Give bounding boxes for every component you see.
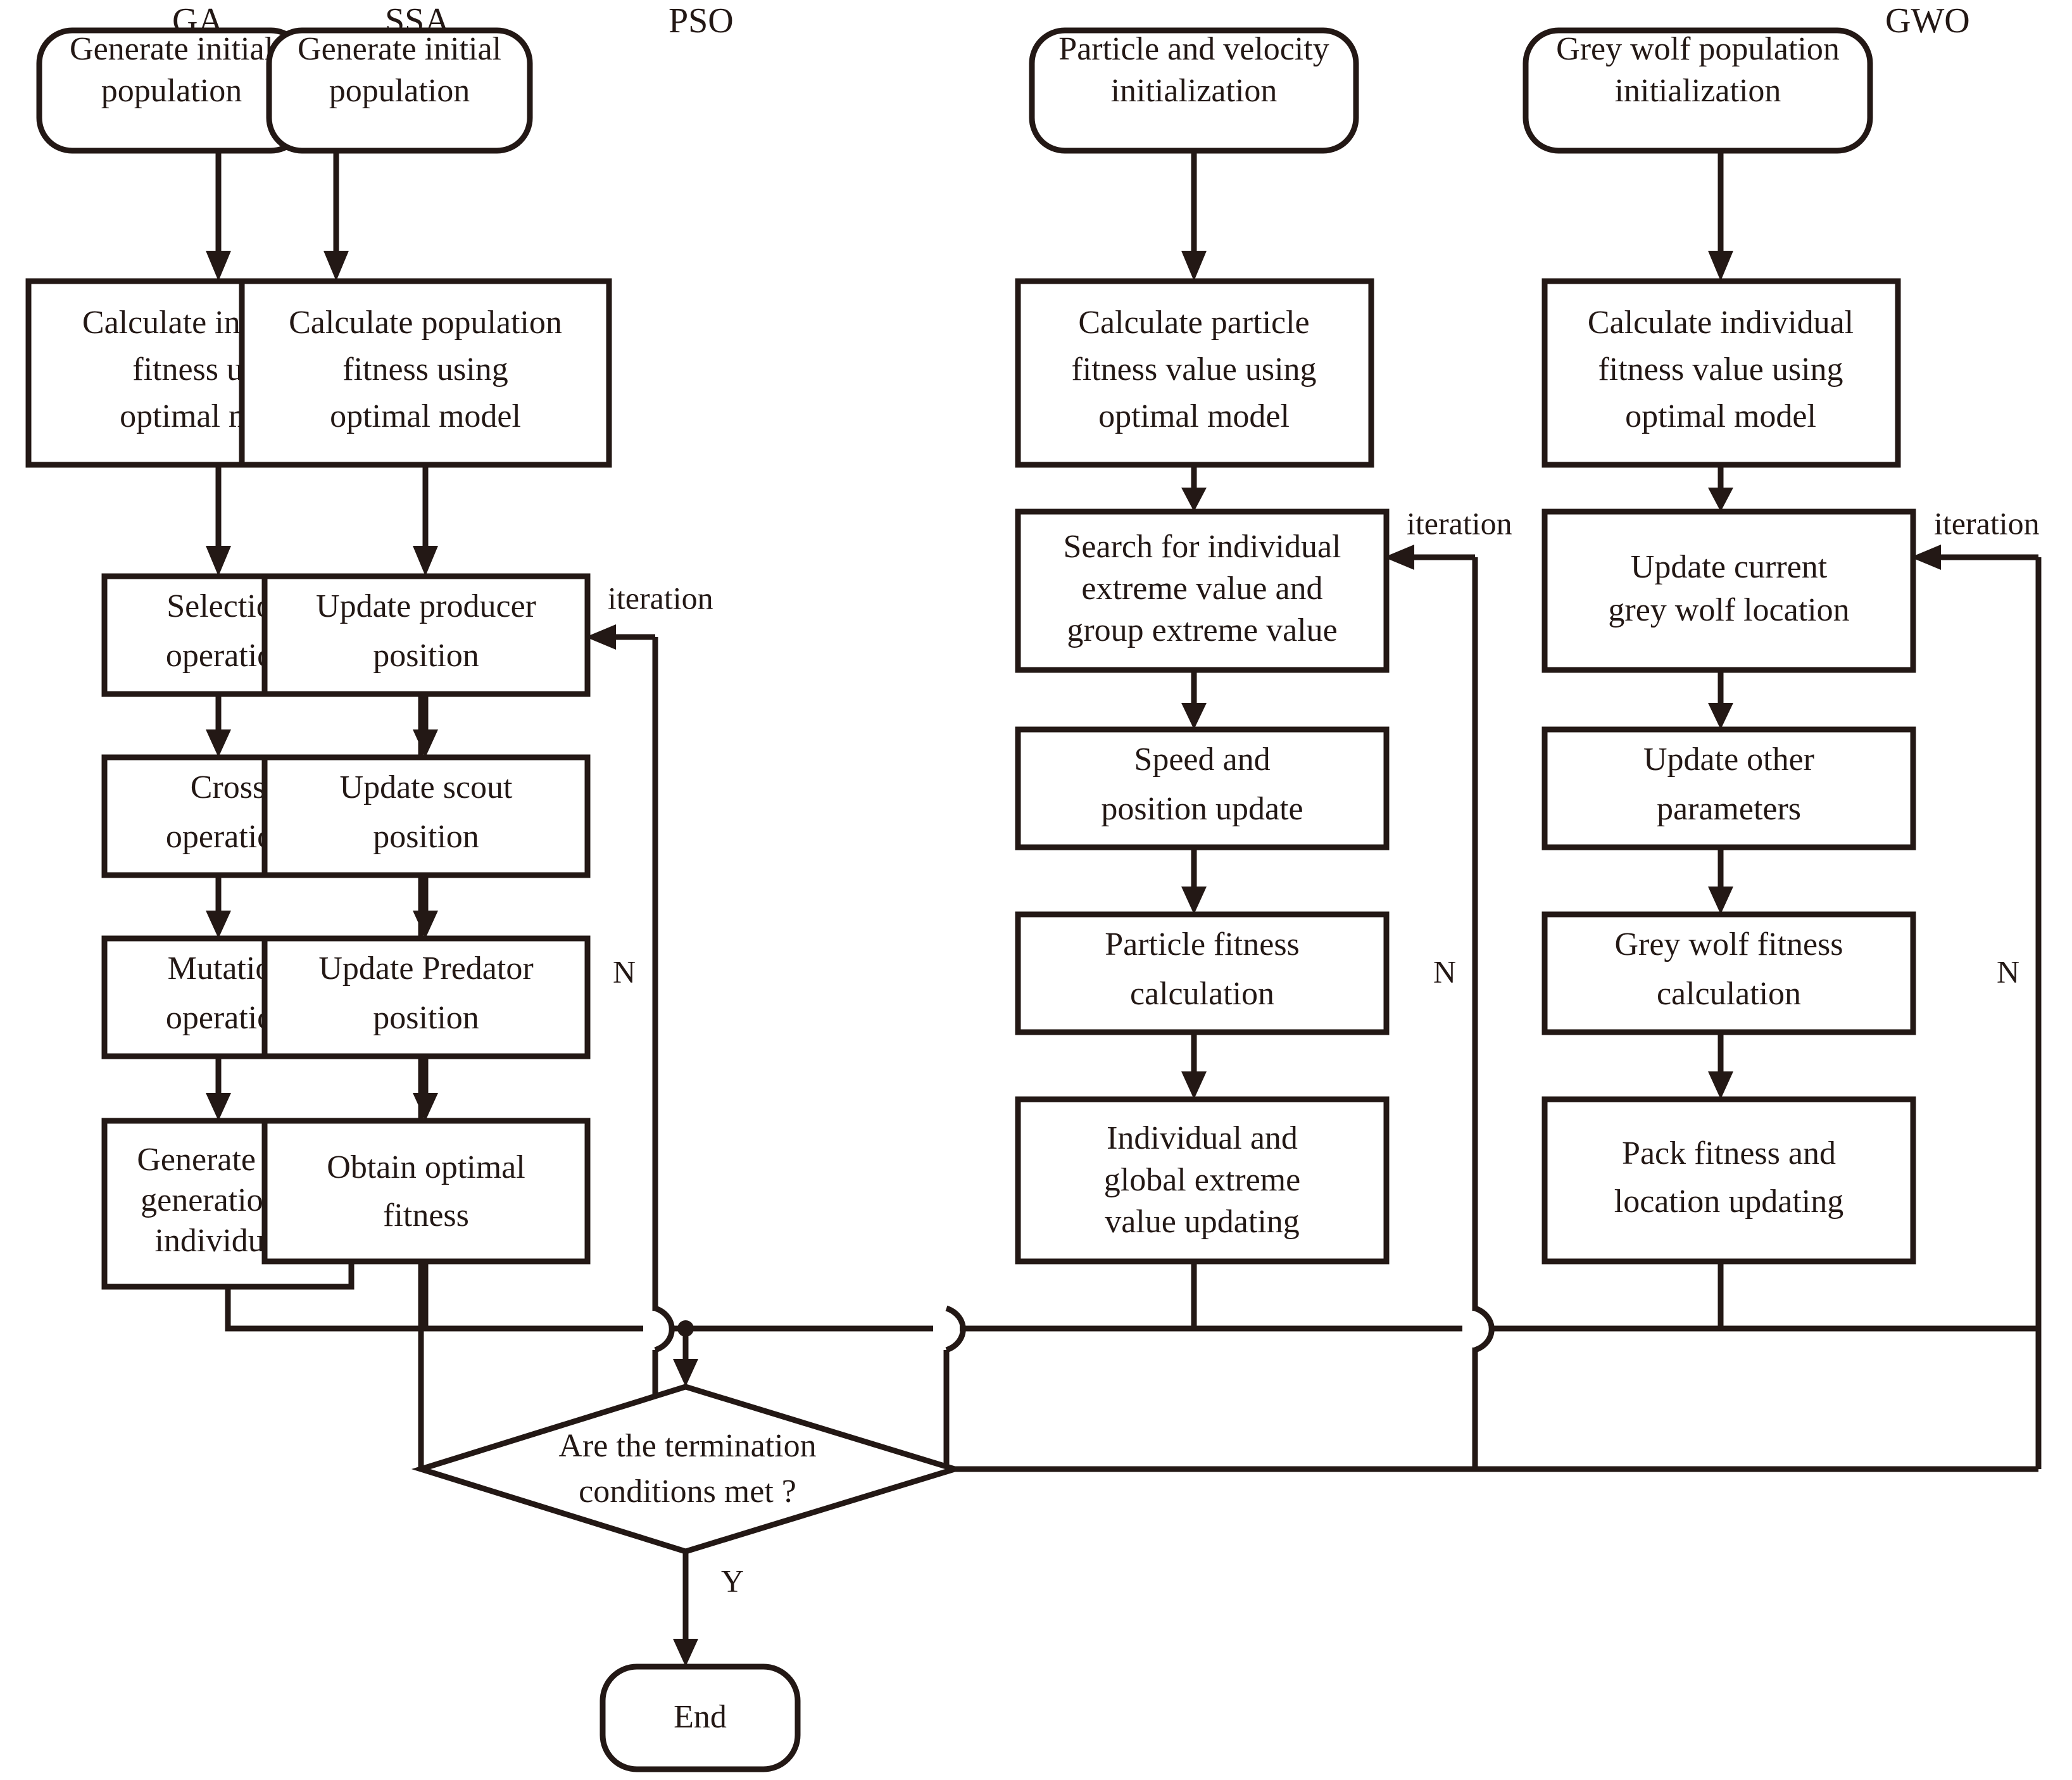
pso-step-0-line-2: group extreme value (1067, 612, 1337, 648)
pso-step-2-line-1: calculation (1130, 976, 1274, 1012)
gwo-start-line-1: initialization (1615, 73, 1781, 109)
gwo-step-0-line-0: Update current (1631, 549, 1828, 585)
column-ssa: SSA Generate initial population Calculat… (239, 1, 713, 1329)
ssa-step-0-line-1: position (373, 638, 479, 674)
ssa-step-3-box[interactable] (261, 1118, 591, 1265)
gwo-step-3-line-1: location updating (1614, 1184, 1843, 1220)
pso-step-3-line-0: Individual and (1107, 1120, 1298, 1156)
ga-arrow-s1-s2 (206, 911, 231, 938)
gwo-arrow-fitness-s0 (1708, 488, 1733, 512)
ssa-fitness-line-0: Calculate population (289, 305, 562, 341)
ga-edge-s3-merge (225, 1287, 421, 1332)
ga-arrow-s2-s3 (206, 1093, 231, 1121)
decision-yes-label: Y (721, 1563, 744, 1598)
ssa-step-3-line-0: Obtain optimal (327, 1149, 525, 1185)
bus-junction-dot (677, 1320, 694, 1337)
gwo-step-2-line-0: Grey wolf fitness (1614, 926, 1843, 963)
gwo-start-line-0: Grey wolf population (1556, 31, 1840, 67)
column-label-gwo: GWO (1885, 1, 1970, 41)
decision-diamond[interactable] (411, 1384, 965, 1555)
flowchart-svg: GA Generate initial population Calculate… (25, 1, 2042, 1772)
ssa-start-line-1: population (329, 73, 470, 109)
ssa-arrow-s0-s1 (413, 729, 438, 757)
flowchart-canvas: GA Generate initial population Calculate… (0, 0, 2072, 1780)
pso-arrow-start-fitness (1181, 251, 1207, 281)
gwo-fitness-line-2: optimal model (1625, 398, 1816, 434)
pso-step-0-line-0: Search for individual (1064, 529, 1341, 565)
ssa-loop-label: iteration (608, 580, 713, 615)
gwo-step-2-line-1: calculation (1657, 976, 1801, 1012)
ga-arrow-start-fitness (206, 251, 231, 281)
ssa-arrow-s1-s2 (413, 911, 438, 938)
ssa-start-line-0: Generate initial (298, 31, 501, 67)
pso-loop-label: iteration (1407, 505, 1512, 541)
gwo-step-1-line-0: Update other (1643, 742, 1814, 778)
pso-step-2-line-0: Particle fitness (1105, 926, 1300, 963)
gwo-arrow-start-fitness (1708, 251, 1733, 281)
gwo-step-3-line-0: Pack fitness and (1622, 1135, 1836, 1171)
pso-fitness-line-0: Calculate particle (1078, 305, 1309, 341)
end-label: End (674, 1699, 727, 1735)
ga-step-1-line-0: Cross (191, 769, 265, 805)
pso-arrow-s2-s3 (1181, 1071, 1207, 1099)
ga-arrow-s0-s1 (206, 729, 231, 757)
pso-step-3-line-2: value updating (1105, 1204, 1300, 1240)
pso-fitness-line-2: optimal model (1098, 398, 1290, 434)
pso-fitness-line-1: fitness value using (1071, 351, 1316, 388)
gwo-arrow-s1-s2 (1708, 887, 1733, 914)
ssa-step-2-line-0: Update Predator (318, 950, 533, 987)
ssa-fitness-line-2: optimal model (330, 398, 521, 434)
gwo-branch-no-label: N (1997, 954, 2019, 989)
pso-arrow-s0-s1 (1181, 703, 1207, 729)
pso-start-line-0: Particle and velocity (1058, 31, 1329, 67)
pso-step-1-line-1: position update (1101, 791, 1303, 827)
ga-arrow-fitness-s0 (206, 546, 231, 576)
gwo-fitness-line-1: fitness value using (1598, 351, 1843, 388)
merge-bus (228, 1325, 2038, 1332)
pso-step-0-line-1: extreme value and (1081, 571, 1322, 607)
decision-in-arrow (673, 1359, 698, 1387)
gwo-step-1-line-1: parameters (1657, 791, 1801, 827)
gwo-step-3-box[interactable] (1541, 1096, 1916, 1265)
column-pso: PSO Particle and velocity initialization… (669, 1, 1512, 1469)
ssa-fitness-line-1: fitness using (342, 351, 508, 388)
ga-start-line-1: population (101, 73, 242, 109)
ssa-arrow-s2-s3 (413, 1093, 438, 1121)
column-gwo: GWO Grey wolf population initialization … (1523, 1, 2042, 1469)
gwo-loop-label: iteration (1934, 505, 2040, 541)
gwo-arrow-s0-s1 (1708, 703, 1733, 729)
ssa-step-2-line-1: position (373, 1000, 479, 1036)
ssa-arrow-fitness-s0 (413, 546, 438, 576)
decision-yes-arrow (673, 1639, 698, 1667)
gwo-step-0-box[interactable] (1541, 508, 1916, 673)
column-label-pso: PSO (669, 1, 734, 41)
pso-start-line-1: initialization (1111, 73, 1278, 109)
decision-node[interactable]: Are the termination conditions met ? (411, 1320, 2038, 1555)
ssa-step-0-line-0: Update producer (316, 588, 536, 624)
decision-line-0: Are the termination (558, 1428, 816, 1464)
gwo-arrow-s2-s3 (1708, 1071, 1733, 1099)
ga-start-line-0: Generate initial (70, 31, 273, 67)
pso-arrow-s1-s2 (1181, 887, 1207, 914)
ssa-step-1-line-1: position (373, 819, 479, 855)
ssa-step-3-line-1: fitness (383, 1197, 469, 1234)
ssa-step-1-line-0: Update scout (340, 769, 513, 805)
pso-branch-no-label: N (1433, 954, 1456, 989)
pso-step-3-line-1: global extreme (1104, 1162, 1300, 1198)
ssa-arrow-start-fitness (323, 251, 349, 281)
pso-step-1-line-0: Speed and (1134, 742, 1270, 778)
gwo-fitness-line-0: Calculate individual (1588, 305, 1854, 341)
pso-arrow-fitness-s0 (1181, 488, 1207, 512)
end-branch: Y End (600, 1551, 801, 1772)
decision-line-1: conditions met ? (579, 1474, 796, 1510)
gwo-step-0-line-1: grey wolf location (1608, 592, 1849, 628)
ssa-branch-no-label: N (613, 954, 636, 989)
